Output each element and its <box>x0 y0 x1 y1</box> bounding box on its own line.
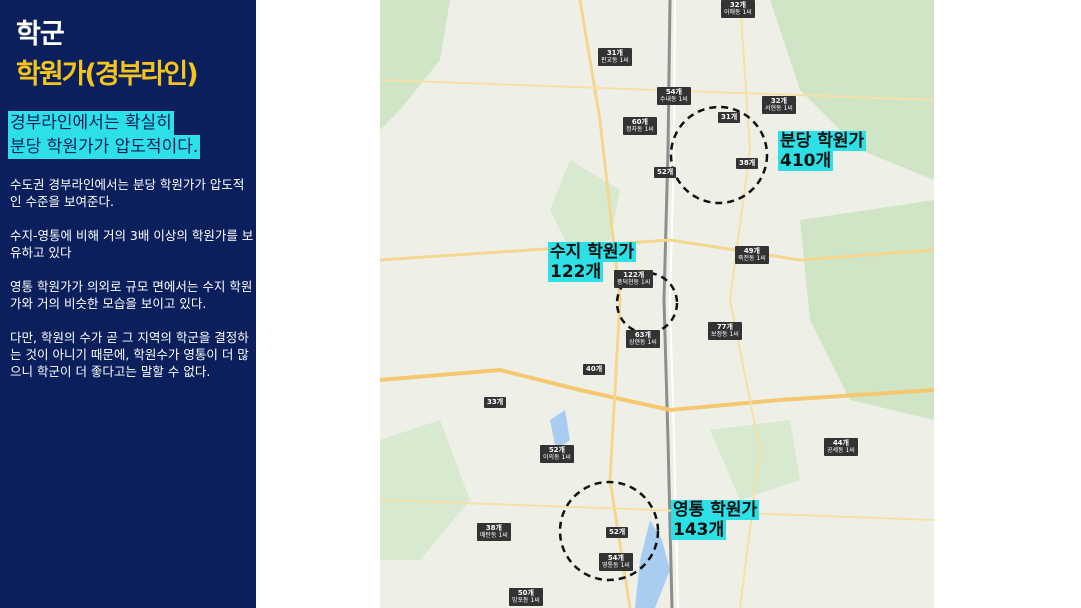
map-marker: 54개 영통동 1씨 <box>599 553 633 571</box>
map-marker: 54개 수내동 1씨 <box>657 87 691 105</box>
map-marker: 31개 판교동 1씨 <box>598 48 632 66</box>
map-marker: 32개 서현동 1씨 <box>762 96 796 114</box>
map-marker: 40개 <box>583 364 606 375</box>
map-marker: 49개 죽전동 1씨 <box>735 246 769 264</box>
page-title: 학군 <box>16 19 65 50</box>
map-image: 분당 학원가 410개 수지 학원가 122개 영통 학원가 143개 32개 이… <box>380 0 934 608</box>
area-label-bundang: 분당 학원가 410개 <box>778 131 867 171</box>
highlight-line-2: 분당 학원가가 압도적이다. <box>8 135 201 159</box>
map-marker: 122개 풍덕천동 1씨 <box>614 270 654 288</box>
map-marker: 52개 이의동 1씨 <box>540 445 574 463</box>
map-marker: 44개 공세동 1씨 <box>824 438 858 456</box>
body-text: 수도권 경부라인에서는 분당 학원가가 압도적인 수준을 보여준다. 수지-영통… <box>10 176 254 397</box>
highlight-line-1: 경부라인에서는 확실히 <box>8 111 174 135</box>
paragraph-3: 영통 학원가가 의외로 규모 면에서는 수지 학원가와 거의 비슷한 모습을 보… <box>10 279 253 311</box>
paragraph-1: 수도권 경부라인에서는 분당 학원가가 압도적인 수준을 보여준다. <box>10 177 245 209</box>
map-marker: 52개 <box>654 167 677 178</box>
map-marker: 52개 <box>606 527 629 538</box>
map-marker: 33개 <box>484 397 507 408</box>
map-marker: 63개 상현동 1씨 <box>626 330 660 348</box>
area-label-yeongtong: 영통 학원가 143개 <box>671 500 760 540</box>
map-marker: 38개 매탄동 1씨 <box>477 523 511 541</box>
paragraph-2: 수지-영통에 비해 거의 3배 이상의 학원가를 보유하고 있다 <box>10 228 254 260</box>
map-marker: 60개 정자동 1씨 <box>623 117 657 135</box>
page-subtitle: 학원가(경부라인) <box>16 59 199 90</box>
map-marker: 31개 <box>718 112 741 123</box>
highlight-text: 경부라인에서는 확실히 분당 학원가가 압도적이다. <box>8 111 201 159</box>
map-marker: 50개 망포동 1씨 <box>509 588 543 606</box>
map-marker: 38개 <box>736 158 759 169</box>
map-marker: 77개 보정동 1씨 <box>708 322 742 340</box>
sidebar-panel: 학군 학원가(경부라인) 경부라인에서는 확실히 분당 학원가가 압도적이다. … <box>0 0 256 608</box>
paragraph-4: 다만, 학원의 수가 곧 그 지역의 학군을 결정하는 것이 아니기 때문에, … <box>10 330 249 379</box>
map-marker: 32개 이매동 1씨 <box>721 0 755 18</box>
